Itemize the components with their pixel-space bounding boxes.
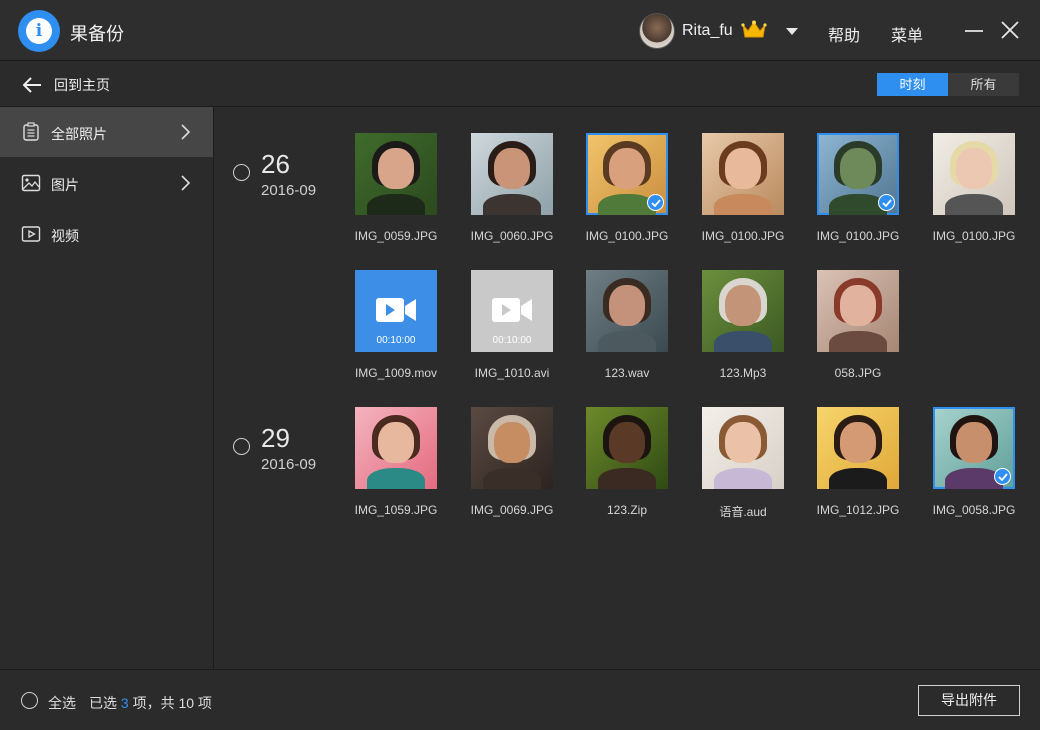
file-name: 语音.aud [719,505,767,519]
date-group-header: 29 2016-09 [233,423,343,483]
tab-moments[interactable]: 时刻 [877,73,948,96]
photo-thumbnail[interactable] [355,133,437,215]
file-name: 123.Zip [606,503,648,517]
video-icon [21,226,41,242]
video-duration: 00:10:00 [376,335,416,346]
sidebar-item-label: 图片 [51,177,79,193]
file-name: IMG_1012.JPG [816,503,900,517]
file-name: 123.Mp3 [719,366,767,380]
video-camera-icon [376,298,416,322]
file-name: IMG_0100.JPG [585,229,669,243]
sidebar-item-videos[interactable]: 视频 [0,209,213,259]
photo-thumbnail[interactable] [702,133,784,215]
select-all-label[interactable]: 全选 [48,693,76,713]
file-name: 058.JPG [834,366,882,380]
back-home-label: 回到主页 [54,77,110,93]
chevron-right-icon [181,124,190,140]
sidebar-item-all-photos[interactable]: 全部照片 [0,107,213,157]
username[interactable]: Rita_fu [682,22,733,40]
image-icon [21,174,41,192]
album-icon [23,122,39,141]
group-day: 26 [261,149,290,179]
photo-thumbnail[interactable] [817,407,899,489]
video-camera-icon [492,298,532,322]
select-group-radio[interactable] [233,164,250,181]
selection-summary: 已选 3 项，共 10 项 [89,693,212,713]
photo-thumbnail[interactable] [471,133,553,215]
file-name: IMG_1009.mov [354,366,438,380]
select-all-radio[interactable] [21,692,38,709]
file-name: IMG_0060.JPG [470,229,554,243]
photo-thumbnail[interactable] [586,133,668,215]
toolbar: 回到主页 时刻 所有 [0,61,1040,107]
select-group-radio[interactable] [233,438,250,455]
export-attachments-button[interactable]: 导出附件 [918,685,1020,716]
sidebar: 全部照片 图片 视频 [0,107,214,669]
selected-suffix: 项，共 10 项 [132,695,212,711]
file-name: IMG_0058.JPG [932,503,1016,517]
user-dropdown-icon[interactable] [786,28,798,35]
date-group-header: 26 2016-09 [233,149,343,209]
app-title: 果备份 [70,24,124,44]
sidebar-item-images[interactable]: 图片 [0,158,213,208]
photo-thumbnail[interactable] [817,133,899,215]
selected-count: 3 [120,695,129,711]
sidebar-item-label: 全部照片 [51,126,107,142]
selected-check-icon [994,468,1011,485]
selected-check-icon [647,194,664,211]
photo-thumbnail[interactable] [702,270,784,352]
video-thumbnail[interactable]: 00:10:00 [355,270,437,352]
group-month: 2016-09 [261,182,317,199]
file-name: IMG_1059.JPG [354,503,438,517]
video-duration: 00:10:00 [492,335,532,346]
back-home-button[interactable]: 回到主页 [22,75,110,95]
view-toggle: 时刻 所有 [877,73,1019,96]
file-name: IMG_0100.JPG [932,229,1016,243]
photo-thumbnail[interactable] [933,407,1015,489]
file-name: IMG_1010.avi [474,366,550,380]
photo-thumbnail[interactable] [355,407,437,489]
file-name: 123.wav [604,366,650,380]
video-thumbnail[interactable]: 00:10:00 [471,270,553,352]
selected-check-icon [878,194,895,211]
tab-all[interactable]: 所有 [948,73,1019,96]
gallery: 26 2016-09 29 2016-09 IMG_0059.JPG IMG_0… [215,107,1040,669]
menu-link[interactable]: 菜单 [891,22,923,46]
group-month: 2016-09 [261,456,317,473]
app-logo-icon: i [18,10,60,52]
selected-prefix: 已选 [89,695,117,711]
photo-thumbnail[interactable] [586,407,668,489]
arrow-left-icon [22,77,41,93]
photo-thumbnail[interactable] [933,133,1015,215]
user-avatar[interactable] [639,13,675,49]
file-name: IMG_0069.JPG [470,503,554,517]
photo-thumbnail[interactable] [702,407,784,489]
file-name: IMG_0100.JPG [816,229,900,243]
photo-thumbnail[interactable] [586,270,668,352]
sidebar-item-label: 视频 [51,228,79,244]
group-day: 29 [261,423,290,453]
photo-thumbnail[interactable] [817,270,899,352]
help-link[interactable]: 帮助 [828,22,860,46]
minimize-icon[interactable] [962,18,986,42]
title-bar: i 果备份 Rita_fu 帮助 菜单 [0,0,1040,61]
vip-crown-icon [741,20,767,38]
footer-bar: 全选 已选 3 项，共 10 项 导出附件 [0,669,1040,730]
close-icon[interactable] [998,18,1022,42]
file-name: IMG_0059.JPG [354,229,438,243]
photo-thumbnail[interactable] [471,407,553,489]
file-name: IMG_0100.JPG [701,229,785,243]
chevron-right-icon [181,175,190,191]
